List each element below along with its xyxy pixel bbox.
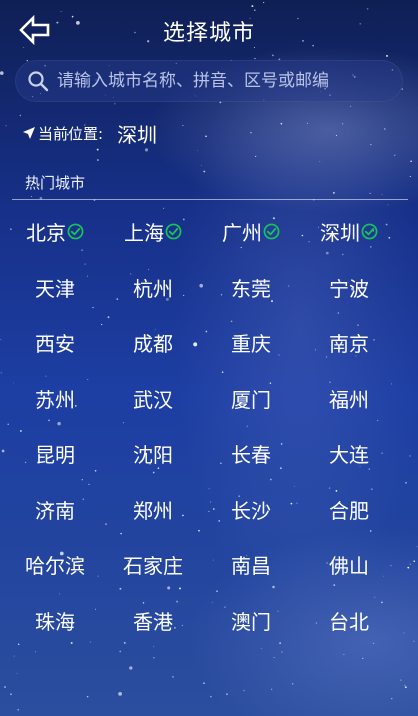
city-name: 西安 <box>35 332 75 357</box>
city-item[interactable]: 苏州 <box>6 371 104 427</box>
search-icon <box>28 71 49 92</box>
city-name: 佛山 <box>329 554 369 579</box>
page-title: 选择城市 <box>162 21 255 46</box>
city-item[interactable]: 武汉 <box>104 371 202 427</box>
city-name: 广州 <box>222 221 262 246</box>
city-name: 台北 <box>329 609 369 634</box>
city-item[interactable]: 长沙 <box>202 482 300 538</box>
city-item[interactable]: 天津 <box>6 260 104 316</box>
city-item[interactable]: 南京 <box>300 315 398 371</box>
current-location: 当前位置: 深圳 <box>22 118 157 148</box>
search-input[interactable] <box>57 60 387 102</box>
city-item[interactable]: 成都 <box>104 315 202 371</box>
city-item[interactable]: 济南 <box>6 482 104 538</box>
current-city[interactable]: 深圳 <box>117 119 157 148</box>
city-name: 东莞 <box>231 276 271 301</box>
city-name: 沈阳 <box>133 443 173 468</box>
city-name: 合肥 <box>329 498 369 523</box>
city-item[interactable]: 南昌 <box>202 537 300 593</box>
city-name: 长沙 <box>231 498 271 523</box>
city-name: 武汉 <box>133 387 173 412</box>
city-item[interactable]: 昆明 <box>6 426 104 482</box>
city-name: 宁波 <box>329 276 369 301</box>
city-name: 澳门 <box>231 609 271 634</box>
search-bar[interactable] <box>15 60 403 102</box>
city-name: 杭州 <box>133 276 173 301</box>
city-item[interactable]: 澳门 <box>202 593 300 649</box>
city-name: 北京 <box>26 221 66 246</box>
city-name: 昆明 <box>35 443 75 468</box>
city-item[interactable]: 合肥 <box>300 482 398 538</box>
city-item[interactable]: 哈尔滨 <box>6 537 104 593</box>
hot-cities-grid: 北京 上海 广州 深圳天津 杭州 东莞 宁波西安 成都 重庆 南京苏州 武汉 厦门 福州昆明 沈阳 长春 大连… <box>6 204 398 648</box>
city-name: 香港 <box>133 609 173 634</box>
hot-cities-label: 热门城市 <box>25 174 86 192</box>
location-label: 当前位置: <box>38 124 104 143</box>
city-item[interactable]: 重庆 <box>202 315 300 371</box>
city-name: 哈尔滨 <box>25 554 85 579</box>
city-name: 郑州 <box>133 498 173 523</box>
city-name: 长春 <box>231 443 271 468</box>
city-item[interactable]: 福州 <box>300 371 398 427</box>
city-item[interactable]: 西安 <box>6 315 104 371</box>
city-name: 厦门 <box>231 387 271 412</box>
city-item[interactable]: 郑州 <box>104 482 202 538</box>
city-item[interactable]: 宁波 <box>300 260 398 316</box>
city-name: 南京 <box>329 332 369 357</box>
city-item[interactable]: 广州 <box>202 204 300 260</box>
city-name: 大连 <box>329 443 369 468</box>
city-name: 南昌 <box>231 554 271 579</box>
city-item[interactable]: 沈阳 <box>104 426 202 482</box>
city-item[interactable]: 厦门 <box>202 371 300 427</box>
city-item[interactable]: 香港 <box>104 593 202 649</box>
city-item[interactable]: 石家庄 <box>104 537 202 593</box>
city-item[interactable]: 珠海 <box>6 593 104 649</box>
divider <box>12 199 408 200</box>
check-circle-icon <box>67 223 84 240</box>
city-item[interactable]: 上海 <box>104 204 202 260</box>
city-item[interactable]: 台北 <box>300 593 398 649</box>
city-item[interactable]: 长春 <box>202 426 300 482</box>
location-arrow-icon <box>23 127 35 139</box>
city-name: 珠海 <box>35 609 75 634</box>
city-name: 石家庄 <box>123 554 183 579</box>
city-name: 福州 <box>329 387 369 412</box>
city-item[interactable]: 大连 <box>300 426 398 482</box>
city-item[interactable]: 北京 <box>6 204 104 260</box>
city-item[interactable]: 杭州 <box>104 260 202 316</box>
check-circle-icon <box>361 223 378 240</box>
city-name: 成都 <box>133 332 173 357</box>
city-item[interactable]: 深圳 <box>300 204 398 260</box>
city-name: 深圳 <box>320 221 360 246</box>
city-name: 重庆 <box>231 332 271 357</box>
check-circle-icon <box>263 223 280 240</box>
check-circle-icon <box>165 223 182 240</box>
city-name: 天津 <box>35 276 75 301</box>
city-name: 苏州 <box>35 387 75 412</box>
header-bar: 选择城市 <box>0 0 418 58</box>
city-item[interactable]: 佛山 <box>300 537 398 593</box>
city-item[interactable]: 东莞 <box>202 260 300 316</box>
city-name: 济南 <box>35 498 75 523</box>
city-name: 上海 <box>124 221 164 246</box>
